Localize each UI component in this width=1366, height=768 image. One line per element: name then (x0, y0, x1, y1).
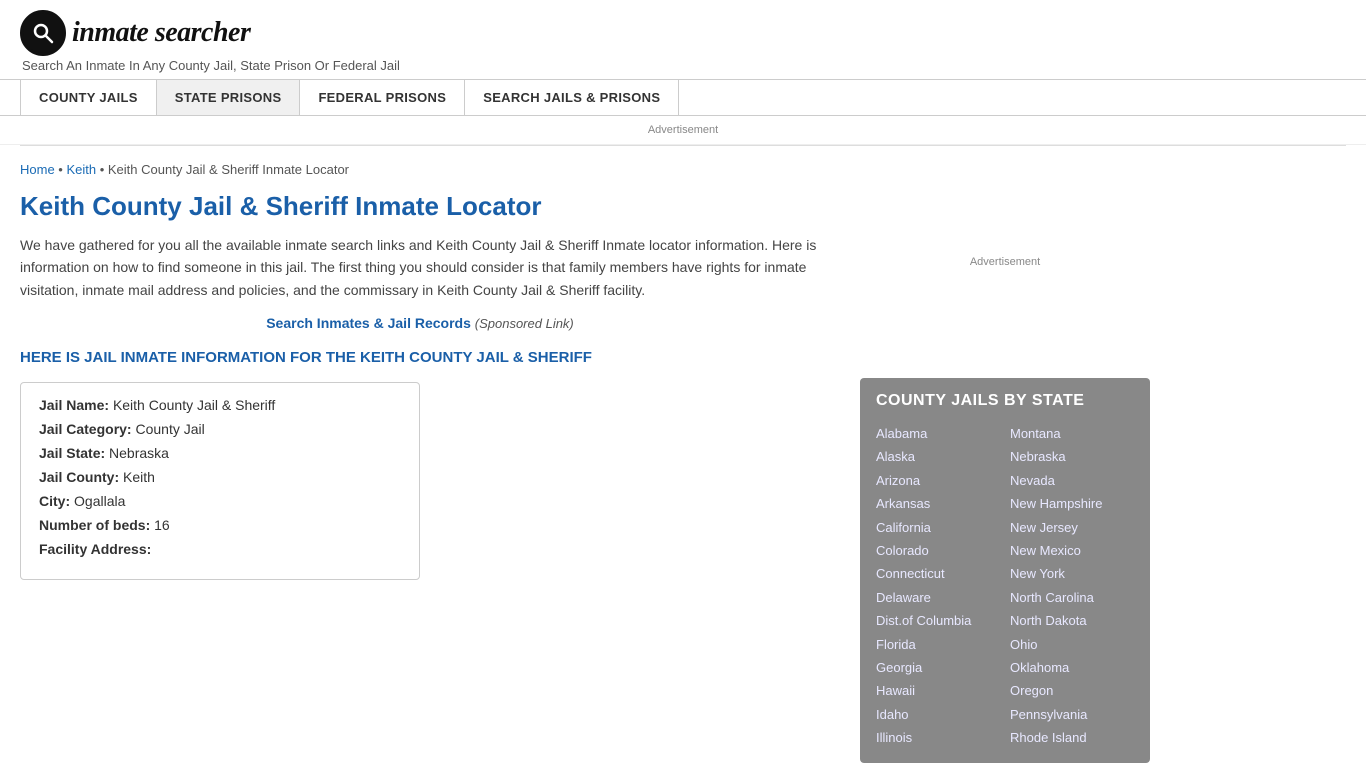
main-nav: COUNTY JAILS STATE PRISONS FEDERAL PRISO… (0, 79, 1366, 116)
jail-beds-value: 16 (154, 517, 170, 533)
jail-state-label: Jail State: (39, 445, 105, 461)
jail-county-row: Jail County: Keith (39, 469, 401, 485)
jail-category-label: Jail Category: (39, 421, 132, 437)
jail-category-row: Jail Category: County Jail (39, 421, 401, 437)
county-jails-by-state-box: COUNTY JAILS BY STATE Alabama Alaska Ari… (860, 378, 1150, 763)
breadcrumb: Home • Keith • Keith County Jail & Sheri… (20, 162, 820, 177)
sidebar: Advertisement COUNTY JAILS BY STATE Alab… (840, 146, 1150, 763)
main-content: Home • Keith • Keith County Jail & Sheri… (20, 146, 840, 763)
state-link-oregon[interactable]: Oregon (1010, 683, 1053, 698)
breadcrumb-parent[interactable]: Keith (66, 162, 96, 177)
state-link-idaho[interactable]: Idaho (876, 707, 909, 722)
state-link-delaware[interactable]: Delaware (876, 590, 931, 605)
jail-beds-label: Number of beds: (39, 517, 150, 533)
state-link-alabama[interactable]: Alabama (876, 426, 927, 441)
jail-name-row: Jail Name: Keith County Jail & Sheriff (39, 397, 401, 413)
states-grid: Alabama Alaska Arizona Arkansas Californ… (876, 422, 1134, 749)
jail-address-label: Facility Address: (39, 541, 151, 557)
jail-category-value: County Jail (135, 421, 204, 437)
state-link-nevada[interactable]: Nevada (1010, 473, 1055, 488)
county-jails-title: COUNTY JAILS BY STATE (876, 392, 1134, 410)
jail-beds-row: Number of beds: 16 (39, 517, 401, 533)
state-link-florida[interactable]: Florida (876, 637, 916, 652)
logo-icon (20, 10, 66, 56)
jail-county-value: Keith (123, 469, 155, 485)
state-link-new-hampshire[interactable]: New Hampshire (1010, 496, 1102, 511)
jail-name-label: Jail Name: (39, 397, 109, 413)
jail-city-row: City: Ogallala (39, 493, 401, 509)
state-link-hawaii[interactable]: Hawaii (876, 683, 915, 698)
ad-banner-top: Advertisement (0, 116, 1366, 145)
jail-city-label: City: (39, 493, 70, 509)
state-link-dc[interactable]: Dist.of Columbia (876, 613, 971, 628)
state-link-new-york[interactable]: New York (1010, 566, 1065, 581)
jail-state-value: Nebraska (109, 445, 169, 461)
state-link-colorado[interactable]: Colorado (876, 543, 929, 558)
ad-sidebar: Advertisement (860, 162, 1150, 362)
tagline: Search An Inmate In Any County Jail, Sta… (22, 58, 1346, 73)
jail-info-box: Jail Name: Keith County Jail & Sheriff J… (20, 382, 420, 580)
nav-federal-prisons[interactable]: FEDERAL PRISONS (299, 80, 465, 115)
state-link-california[interactable]: California (876, 520, 931, 535)
page-description: We have gathered for you all the availab… (20, 234, 820, 301)
state-link-illinois[interactable]: Illinois (876, 730, 912, 745)
state-link-arkansas[interactable]: Arkansas (876, 496, 930, 511)
state-link-rhode-island[interactable]: Rhode Island (1010, 730, 1087, 745)
sponsored-note: (Sponsored Link) (475, 316, 574, 331)
state-link-ohio[interactable]: Ohio (1010, 637, 1037, 652)
states-column-right: Montana Nebraska Nevada New Hampshire Ne… (1010, 422, 1134, 749)
page-title: Keith County Jail & Sheriff Inmate Locat… (20, 191, 820, 222)
state-link-north-dakota[interactable]: North Dakota (1010, 613, 1087, 628)
state-link-new-mexico[interactable]: New Mexico (1010, 543, 1081, 558)
sponsored-link-anchor[interactable]: Search Inmates & Jail Records (266, 315, 471, 331)
logo-area: inmate searcher (20, 10, 1346, 56)
states-column-left: Alabama Alaska Arizona Arkansas Californ… (876, 422, 1000, 749)
jail-city-value: Ogallala (74, 493, 125, 509)
breadcrumb-current: Keith County Jail & Sheriff Inmate Locat… (108, 162, 349, 177)
state-link-nebraska[interactable]: Nebraska (1010, 449, 1066, 464)
state-link-alaska[interactable]: Alaska (876, 449, 915, 464)
state-link-pennsylvania[interactable]: Pennsylvania (1010, 707, 1087, 722)
jail-address-row: Facility Address: (39, 541, 401, 557)
jail-county-label: Jail County: (39, 469, 119, 485)
state-link-connecticut[interactable]: Connecticut (876, 566, 945, 581)
state-link-montana[interactable]: Montana (1010, 426, 1061, 441)
state-link-oklahoma[interactable]: Oklahoma (1010, 660, 1069, 675)
state-link-new-jersey[interactable]: New Jersey (1010, 520, 1078, 535)
breadcrumb-home[interactable]: Home (20, 162, 55, 177)
jail-section-heading: HERE IS JAIL INMATE INFORMATION FOR THE … (20, 349, 820, 366)
state-link-georgia[interactable]: Georgia (876, 660, 922, 675)
sponsored-link-area: Search Inmates & Jail Records (Sponsored… (20, 315, 820, 331)
nav-search-jails[interactable]: SEARCH JAILS & PRISONS (464, 80, 679, 115)
jail-name-value: Keith County Jail & Sheriff (113, 397, 275, 413)
state-link-north-carolina[interactable]: North Carolina (1010, 590, 1094, 605)
jail-state-row: Jail State: Nebraska (39, 445, 401, 461)
state-link-arizona[interactable]: Arizona (876, 473, 920, 488)
nav-county-jails[interactable]: COUNTY JAILS (20, 80, 157, 115)
nav-state-prisons[interactable]: STATE PRISONS (156, 80, 301, 115)
